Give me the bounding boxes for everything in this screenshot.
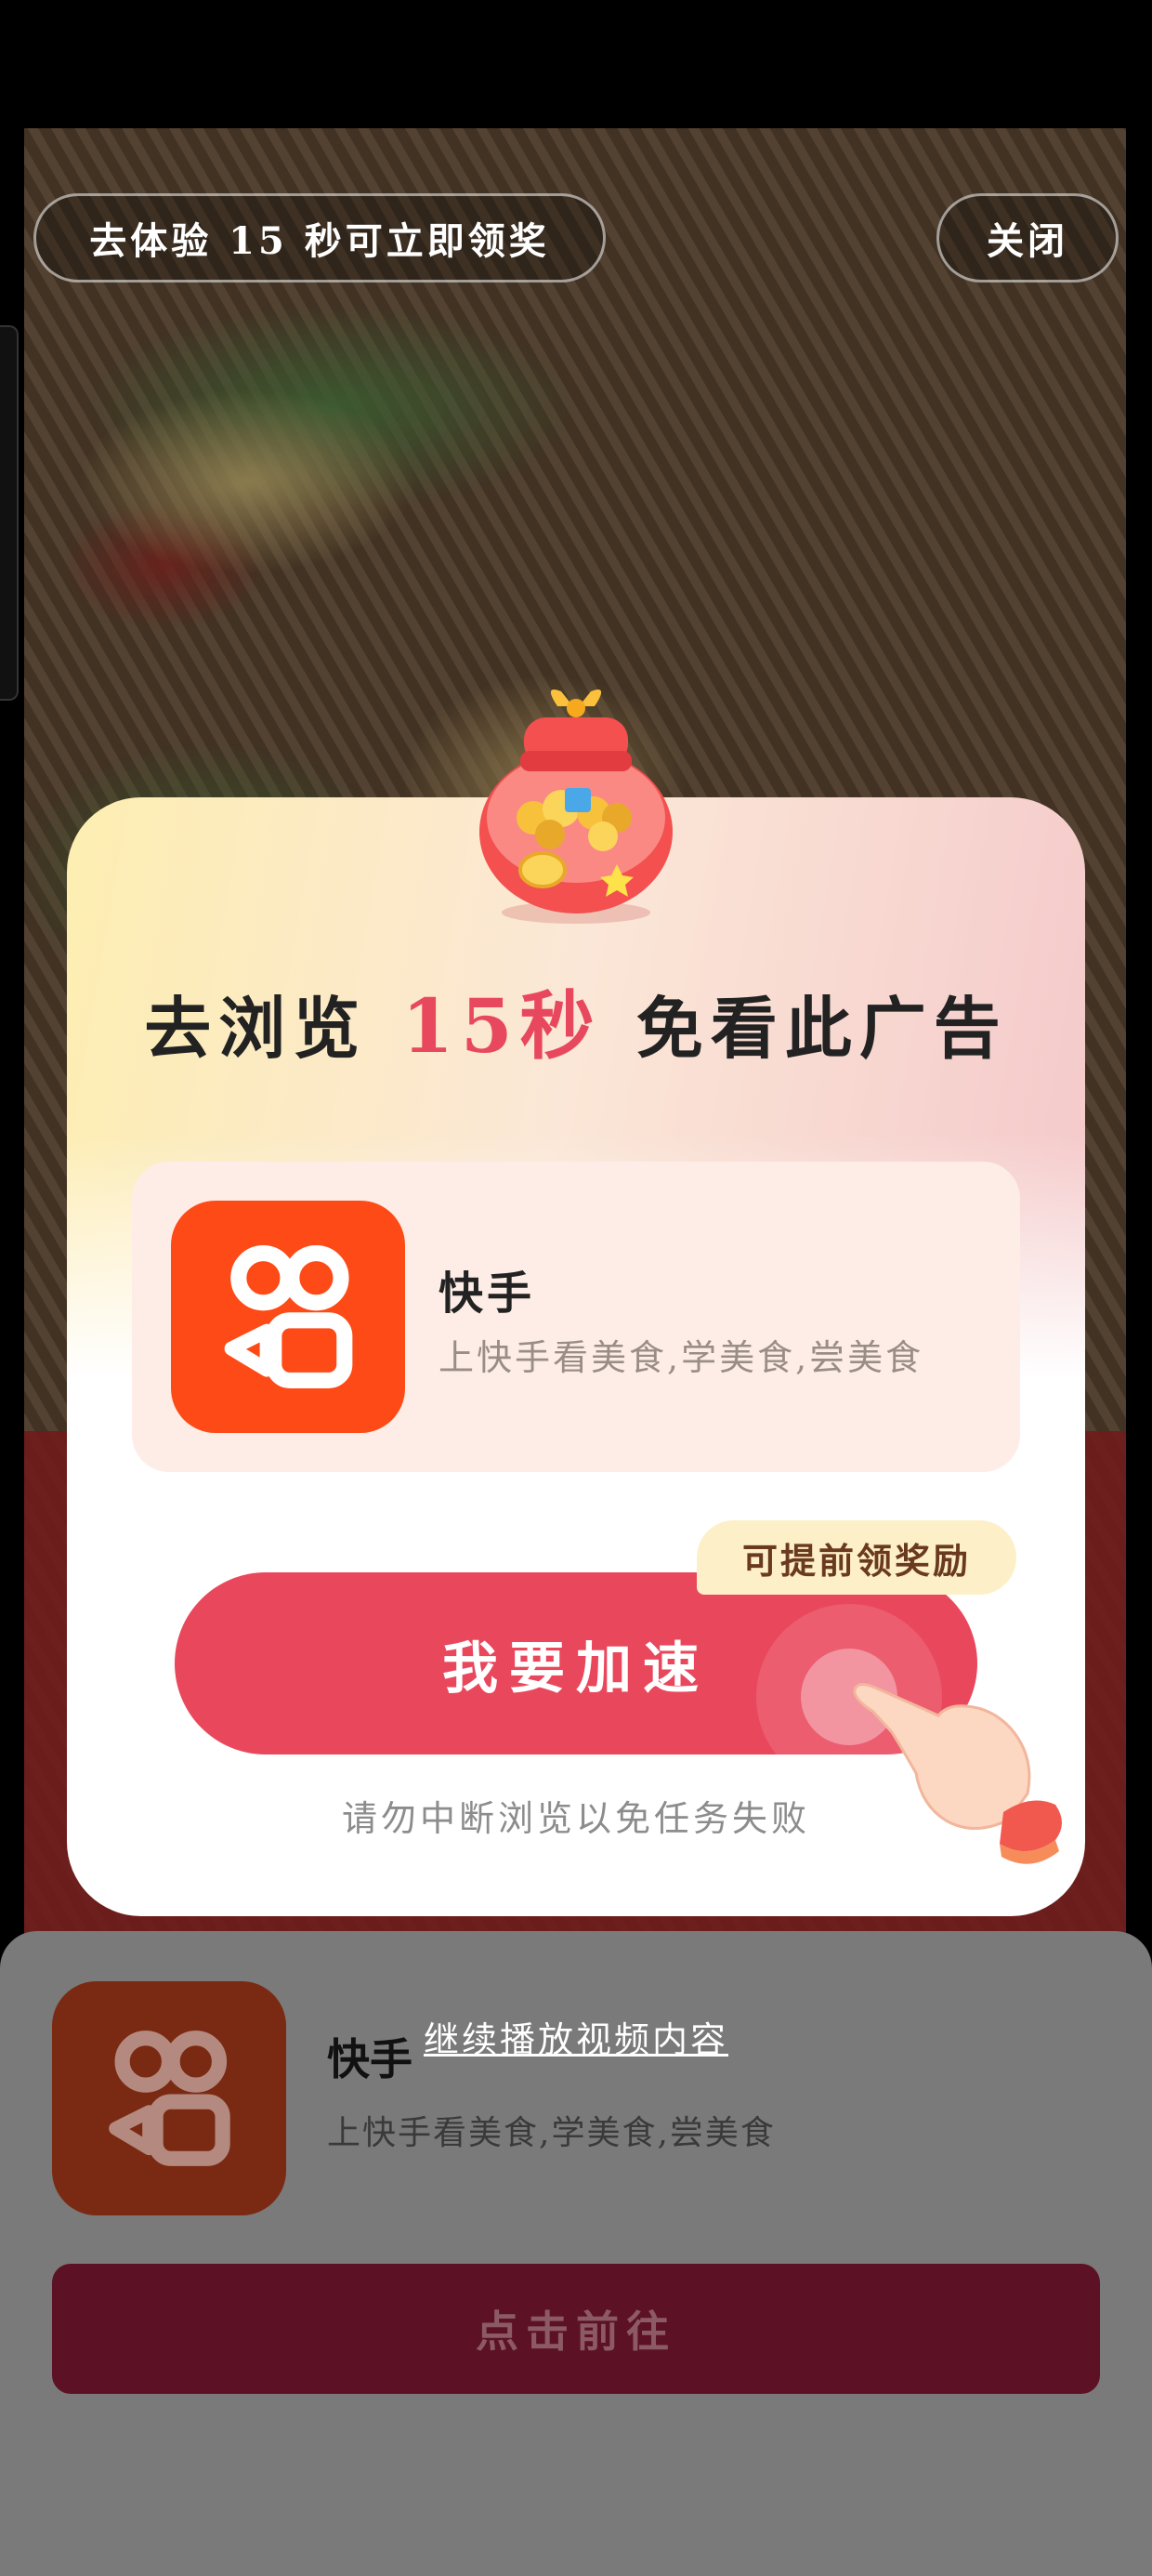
close-button[interactable]: 关闭 bbox=[936, 193, 1119, 283]
reward-tip-pill: 去体验 15 秒可立即领奖 bbox=[33, 193, 606, 283]
title-prefix: 去浏览 bbox=[144, 989, 368, 1068]
app-description: 上快手看美食,学美食,尝美食 bbox=[439, 1337, 924, 1378]
app-name: 快手 bbox=[439, 1268, 536, 1320]
title-suffix: 免看此广告 bbox=[635, 989, 1008, 1068]
treasure-jar-icon bbox=[479, 690, 673, 924]
sheet-app-description: 上快手看美食,学美食,尝美食 bbox=[327, 2114, 776, 2152]
continue-video-link[interactable]: 继续播放视频内容 bbox=[0, 2011, 1152, 2062]
modal-title: 去浏览 15秒 免看此广告 bbox=[0, 966, 1152, 1074]
app-icon[interactable] bbox=[171, 1201, 405, 1433]
go-button[interactable]: 点击前往 bbox=[52, 2264, 1100, 2394]
warning-text: 请勿中断浏览以免任务失败 bbox=[341, 1798, 810, 1839]
kuaishou-logo-icon bbox=[224, 1245, 353, 1388]
title-highlight: 15秒 bbox=[398, 966, 606, 1074]
side-handle bbox=[0, 325, 19, 701]
early-reward-badge: 可提前领奖励 bbox=[697, 1520, 1016, 1595]
